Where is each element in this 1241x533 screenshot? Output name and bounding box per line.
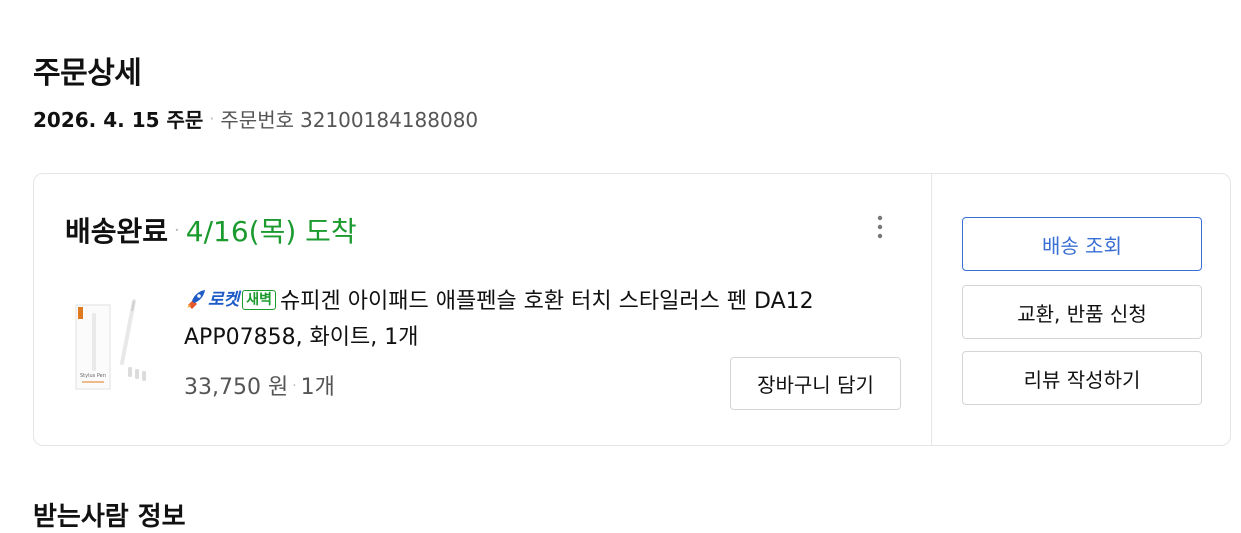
add-to-cart-button[interactable]: 장바구니 담기 — [730, 357, 901, 410]
order-card: 배송완료 · 4/16(목) 도착 Stylus Pen 로켓 새벽 슈피겐 아… — [33, 173, 1231, 446]
order-card-main: 배송완료 · 4/16(목) 도착 Stylus Pen 로켓 새벽 슈피겐 아… — [34, 174, 932, 445]
separator-dot: · — [209, 109, 215, 128]
write-review-button[interactable]: 리뷰 작성하기 — [962, 351, 1202, 405]
rocket-icon — [187, 290, 205, 309]
product-price: 33,750 원 — [184, 375, 289, 400]
separator-dot: · — [292, 378, 297, 394]
product-image[interactable]: Stylus Pen — [72, 297, 150, 395]
order-meta: 2026. 4. 15 주문 · 주문번호 32100184188080 — [33, 104, 478, 133]
order-date: 2026. 4. 15 주문 — [33, 108, 204, 132]
shipment-status: 배송완료 — [65, 215, 169, 248]
arrival-date: 4/16(목) 도착 — [185, 215, 357, 248]
recipient-info-heading: 받는사람 정보 — [33, 502, 186, 532]
shipment-status-row: 배송완료 · 4/16(목) 도착 — [65, 210, 357, 250]
product-name[interactable]: 슈피겐 아이패드 애플펜슬 호환 터치 스타일러스 펜 DA12 APP0785… — [184, 289, 814, 350]
price-line: 33,750 원 · 1개 — [184, 369, 335, 401]
track-shipment-button[interactable]: 배송 조회 — [962, 217, 1202, 271]
page-title: 주문상세 — [33, 56, 142, 91]
separator-dot: · — [174, 220, 180, 241]
order-number-label: 주문번호 — [220, 108, 294, 132]
rocket-delivery-badge: 로켓 새벽 — [184, 282, 277, 319]
product-quantity: 1개 — [300, 375, 335, 400]
rocket-label: 로켓 — [208, 290, 240, 310]
exchange-return-button[interactable]: 교환, 반품 신청 — [962, 285, 1202, 339]
dawn-delivery-tag: 새벽 — [242, 290, 277, 310]
card-divider — [931, 174, 932, 445]
thumb-label: Stylus Pen — [80, 373, 106, 379]
product-info: 로켓 새벽 슈피겐 아이패드 애플펜슬 호환 터치 스타일러스 펜 DA12 AP… — [184, 282, 884, 356]
product-name-line[interactable]: 로켓 새벽 슈피겐 아이패드 애플펜슬 호환 터치 스타일러스 펜 DA12 AP… — [184, 282, 884, 356]
more-vertical-icon[interactable] — [870, 212, 890, 242]
order-number: 32100184188080 — [300, 108, 479, 132]
